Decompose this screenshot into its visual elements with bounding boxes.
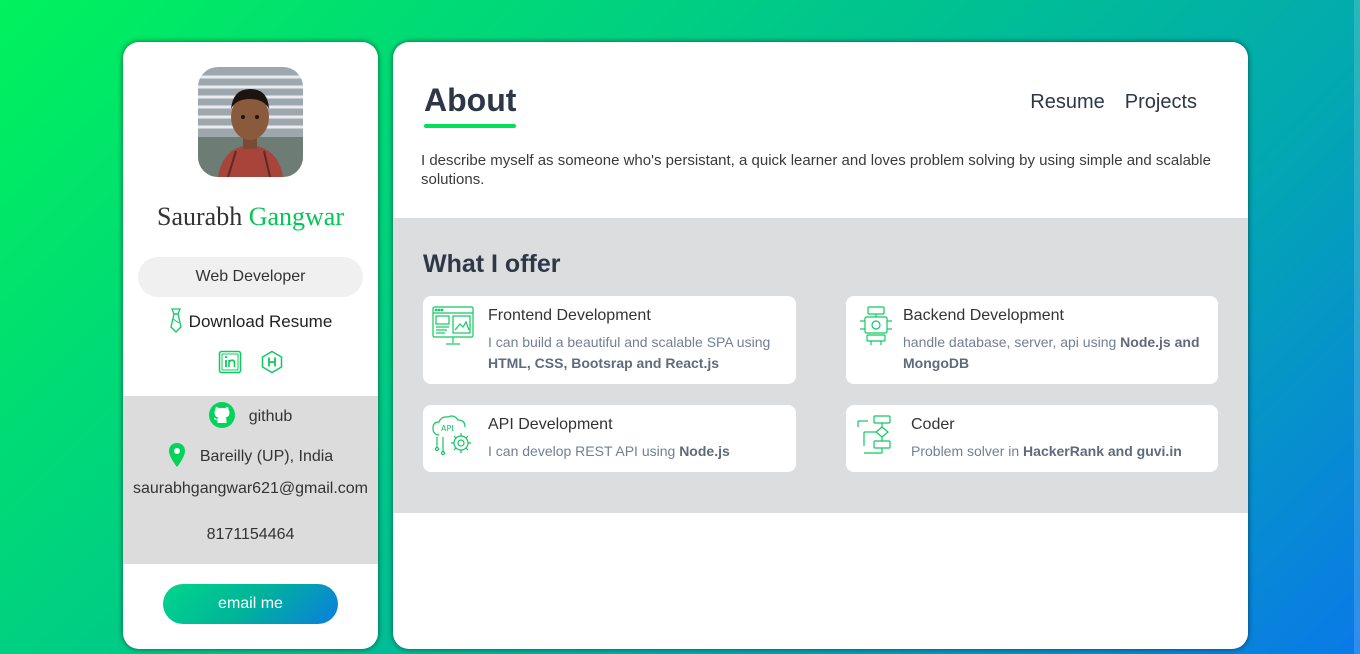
github-icon — [208, 401, 235, 433]
backend-icon — [854, 304, 898, 348]
email-me-button[interactable]: email me — [163, 584, 338, 624]
hackerrank-icon — [260, 350, 284, 379]
phone-text: 8171154464 — [206, 526, 295, 543]
service-title: Frontend Development — [488, 307, 651, 324]
first-name: Saurabh — [157, 202, 243, 231]
service-description: I can build a beautiful and scalable SPA… — [488, 334, 771, 371]
service-card-backend: Backend Development handle database, ser… — [846, 296, 1218, 384]
download-resume-link[interactable]: Download Resume — [123, 307, 378, 338]
service-description: Problem solver in HackerRank and guvi.in — [911, 443, 1182, 459]
api-icon: API — [431, 413, 475, 457]
nav-projects-link[interactable]: Projects — [1125, 91, 1197, 114]
page-title: About — [424, 82, 517, 118]
service-card-api: API API Development I can develop REST A… — [423, 405, 796, 472]
contact-info: github Bareilly (UP), India saurabhgangw… — [123, 396, 378, 564]
email-text: saurabhgangwar621@gmail.com — [132, 480, 369, 497]
nav-resume-link[interactable]: Resume — [1030, 91, 1104, 114]
github-label: github — [248, 408, 293, 425]
profile-name: Saurabh Gangwar — [123, 202, 378, 232]
map-pin-icon — [168, 442, 186, 473]
profile-sidebar: Saurabh Gangwar Web Developer Download R… — [123, 42, 378, 649]
service-title: Coder — [911, 416, 955, 433]
tie-icon — [169, 307, 183, 338]
service-card-coder: Coder Problem solver in HackerRank and g… — [846, 405, 1218, 472]
hackerrank-link[interactable] — [260, 350, 284, 379]
services-title: What I offer — [423, 250, 561, 278]
top-nav: Resume Projects — [1030, 91, 1197, 114]
about-description: I describe myself as someone who's persi… — [421, 152, 1211, 188]
frontend-icon — [431, 304, 475, 348]
linkedin-icon — [218, 350, 242, 379]
avatar — [198, 67, 303, 177]
service-card-frontend: Frontend Development I can build a beaut… — [423, 296, 796, 384]
services-section: What I offer Frontend Development I can … — [393, 218, 1248, 513]
last-name: Gangwar — [248, 202, 344, 231]
linkedin-link[interactable] — [218, 350, 242, 379]
service-title: API Development — [488, 416, 613, 433]
social-links — [123, 350, 378, 379]
main-panel: About Resume Projects I describe myself … — [393, 42, 1248, 649]
svg-text:API: API — [441, 424, 454, 433]
location-text: Bareilly (UP), India — [199, 448, 334, 465]
service-description: handle database, server, api using Node.… — [903, 334, 1200, 371]
title-underline — [424, 124, 516, 128]
download-resume-label: Download Resume — [188, 312, 333, 331]
service-description: I can develop REST API using Node.js — [488, 443, 730, 459]
location-row: Bareilly (UP), India — [123, 442, 378, 473]
github-link[interactable]: github — [123, 401, 378, 433]
service-title: Backend Development — [903, 307, 1064, 324]
role-badge: Web Developer — [138, 257, 363, 297]
coder-icon — [854, 413, 898, 457]
scrollbar-track[interactable] — [1354, 0, 1360, 654]
